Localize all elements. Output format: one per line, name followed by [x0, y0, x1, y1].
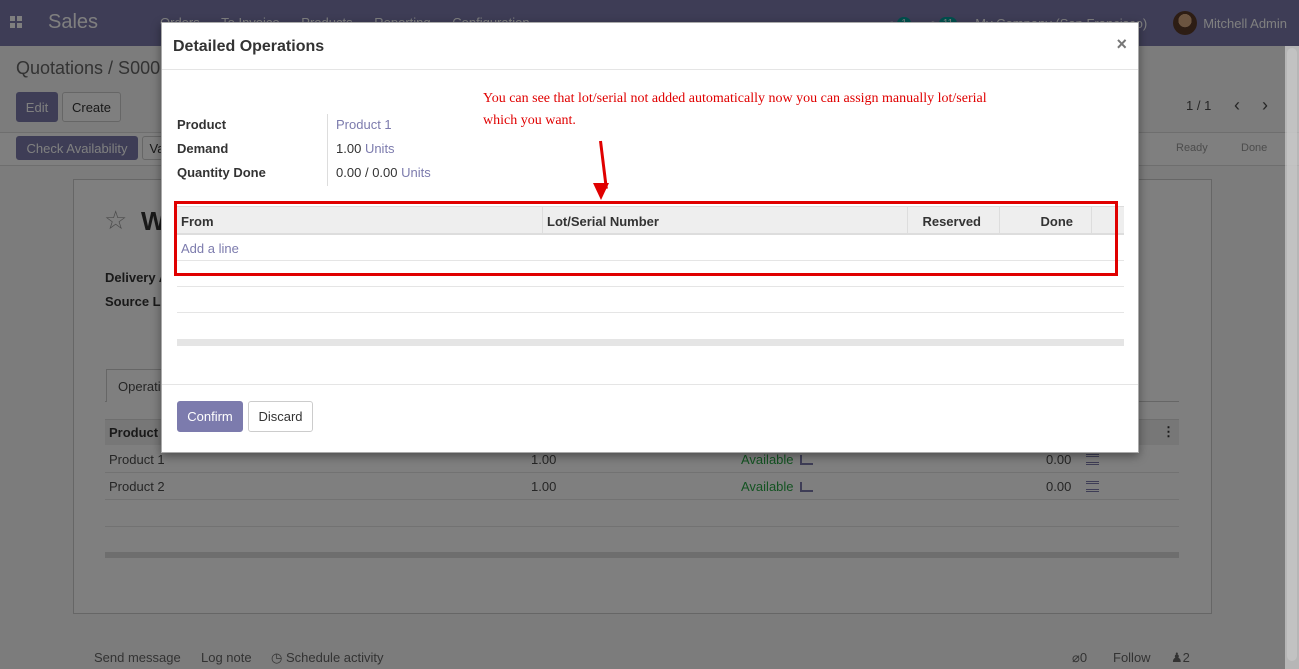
quantity-done-value: 0.00 / 0.00 Units: [336, 165, 431, 180]
close-icon[interactable]: ×: [1116, 34, 1127, 55]
field-separator: [327, 114, 328, 186]
quantity-uom[interactable]: Units: [401, 165, 431, 180]
detailed-operations-dialog: Detailed Operations × Product Demand Qua…: [161, 22, 1139, 453]
demand-uom[interactable]: Units: [365, 141, 395, 156]
dialog-header: Detailed Operations ×: [162, 23, 1138, 70]
annotation-note: You can see that lot/serial not added au…: [483, 91, 987, 128]
annotation-highlight-box: [174, 201, 1118, 276]
table-row-empty: [177, 287, 1124, 313]
quantity-total: 0.00: [372, 165, 398, 180]
quantity-separator: /: [364, 165, 369, 180]
dialog-footer: Confirm Discard: [162, 384, 1138, 452]
dialog-title: Detailed Operations: [173, 38, 325, 55]
annotation-arrow-icon: [599, 140, 608, 189]
scrollbar-thumb[interactable]: [1287, 48, 1297, 661]
demand-label: Demand: [177, 141, 229, 156]
demand-quantity: 1.00: [336, 141, 362, 156]
product-link[interactable]: Product 1: [336, 117, 392, 132]
annotation-arrow-head: [593, 183, 609, 200]
quantity-done: 0.00: [336, 165, 362, 180]
confirm-button[interactable]: Confirm: [177, 401, 243, 432]
table-footer: [177, 339, 1124, 346]
page-scrollbar[interactable]: [1285, 46, 1299, 669]
product-label: Product: [177, 117, 227, 132]
discard-button[interactable]: Discard: [248, 401, 313, 432]
demand-value: 1.00 Units: [336, 141, 395, 156]
quantity-done-label: Quantity Done: [177, 165, 266, 180]
